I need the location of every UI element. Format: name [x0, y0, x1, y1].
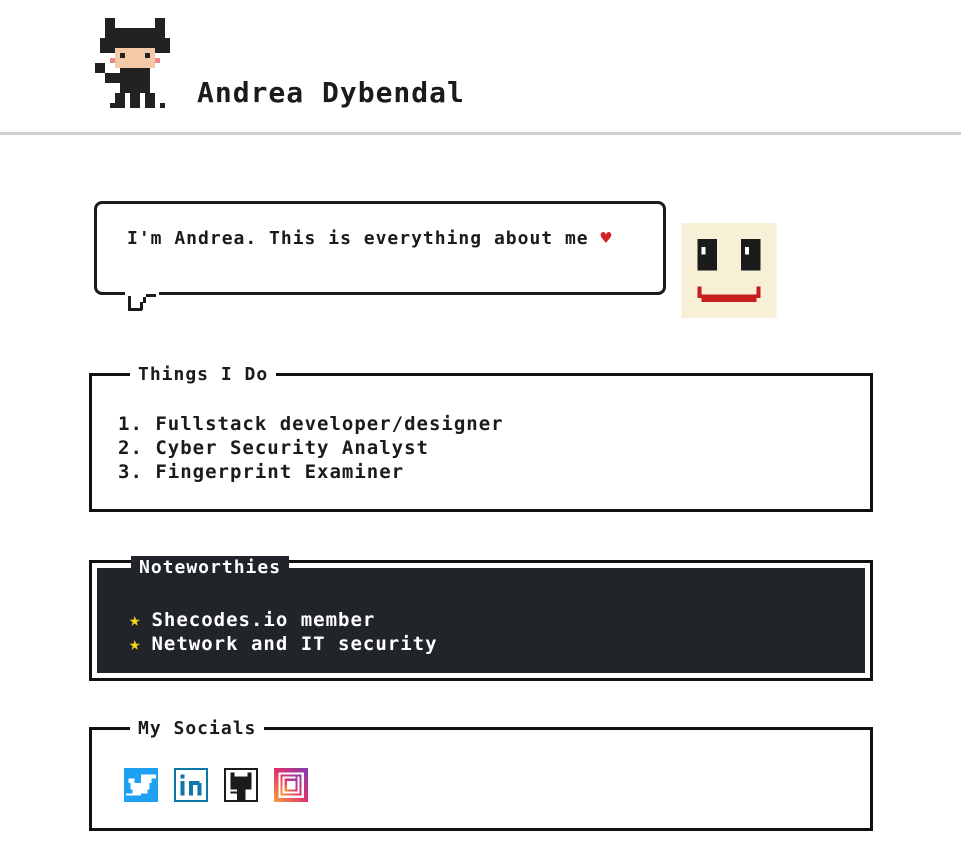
- star-icon: ★: [129, 609, 142, 631]
- noteworthies-title: Noteworthies: [131, 556, 290, 580]
- things-i-do-panel: Things I Do 1. Fullstack developer/desig…: [89, 363, 873, 512]
- social-links: [124, 768, 308, 802]
- pixel-smiley-icon[interactable]: [681, 223, 777, 318]
- socials-title: My Socials: [130, 717, 265, 741]
- speech-bubble: I'm Andrea. This is everything about me …: [94, 201, 666, 295]
- list-item: 2. Cyber Security Analyst: [118, 437, 429, 459]
- noteworthy-text: Shecodes.io member: [151, 609, 376, 631]
- things-i-do-list: 1. Fullstack developer/designer 2. Cyber…: [118, 412, 504, 484]
- linkedin-icon[interactable]: [174, 768, 208, 802]
- header-divider: [0, 132, 961, 135]
- noteworthies-inner: Noteworthies ★ Shecodes.io member ★ Networ…: [96, 556, 866, 674]
- intro-message: I'm Andrea. This is everything about me: [127, 228, 589, 249]
- list-item: ★ Network and IT security: [129, 632, 438, 656]
- instagram-icon[interactable]: [274, 768, 308, 802]
- speech-bubble-tail: [125, 288, 159, 311]
- site-header: Andrea Dybendal: [0, 0, 961, 136]
- heart-icon: ♥: [600, 228, 613, 249]
- star-icon: ★: [129, 633, 142, 655]
- noteworthies-panel: Noteworthies ★ Shecodes.io member ★ Networ…: [89, 556, 873, 681]
- site-title: Andrea Dybendal: [197, 76, 465, 109]
- list-item: 1. Fullstack developer/designer: [118, 413, 504, 435]
- twitter-icon[interactable]: [124, 768, 158, 802]
- github-icon[interactable]: [224, 768, 258, 802]
- things-i-do-title: Things I Do: [130, 363, 277, 387]
- noteworthies-list: ★ Shecodes.io member ★ Network and IT secu…: [129, 608, 438, 656]
- octocat-pixel-icon[interactable]: [95, 18, 175, 108]
- intro-text: I'm Andrea. This is everything about me …: [127, 227, 637, 251]
- noteworthy-text: Network and IT security: [151, 633, 438, 655]
- list-item: 3. Fingerprint Examiner: [118, 461, 405, 483]
- list-item: ★ Shecodes.io member: [129, 608, 438, 632]
- socials-panel: My Socials: [89, 717, 873, 831]
